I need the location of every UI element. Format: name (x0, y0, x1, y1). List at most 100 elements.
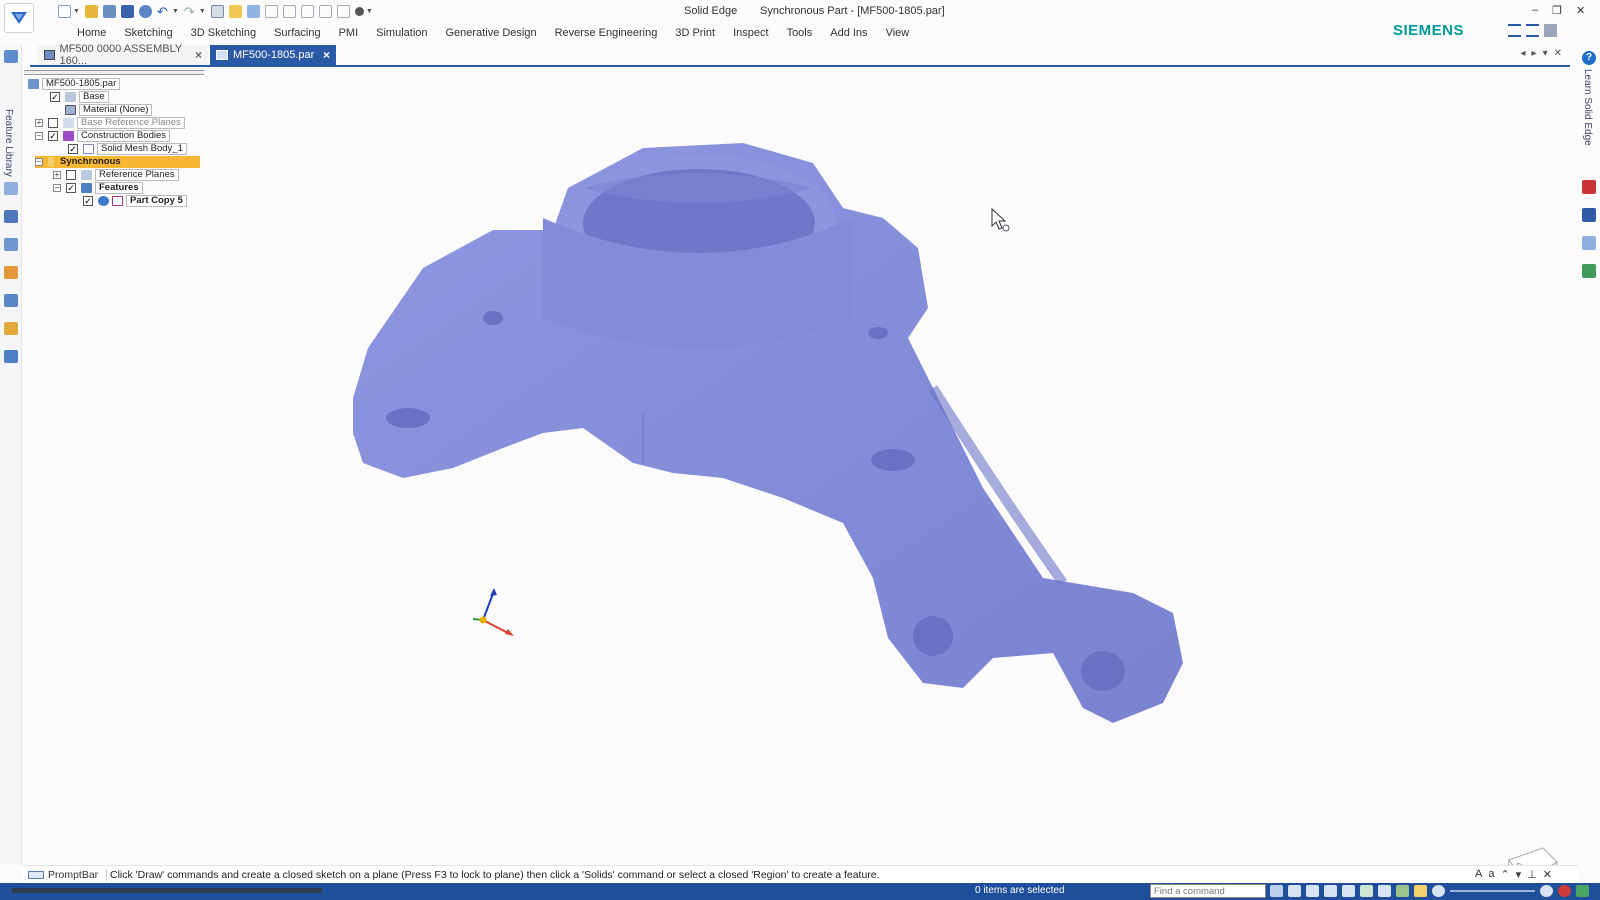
tab-generative-design[interactable]: Generative Design (437, 26, 546, 40)
tab-inspect[interactable]: Inspect (724, 26, 777, 40)
font-size-increase-icon[interactable]: A (1475, 868, 1482, 881)
view-orientation-icon[interactable] (1378, 885, 1391, 897)
tab-3d-print[interactable]: 3D Print (666, 26, 724, 40)
window-controls: – ❐ ✕ (1532, 4, 1585, 17)
view-controls (1270, 885, 1445, 897)
status-right-icons (1540, 885, 1589, 897)
tab-assembly[interactable]: MF500 0000 ASSEMBLY 160... × (38, 43, 208, 67)
close-icon[interactable]: ✕ (1543, 868, 1552, 881)
open-icon[interactable] (84, 4, 98, 18)
tab-part[interactable]: MF500-1805.par × (210, 45, 336, 65)
properties-icon[interactable] (210, 4, 224, 18)
status-progress-area (12, 888, 322, 893)
learn-solid-edge-tab[interactable]: Learn Solid Edge (1582, 69, 1593, 146)
help-icon[interactable]: ? (1582, 51, 1596, 65)
tab-pmi[interactable]: PMI (330, 26, 368, 40)
pan-icon[interactable] (1342, 885, 1355, 897)
color-icon[interactable] (4, 266, 18, 279)
facebook-icon[interactable] (1582, 208, 1596, 222)
tab-prev-icon[interactable]: ◂ (1521, 48, 1526, 59)
steering-knuckle-model[interactable] (23, 68, 1578, 865)
close-button[interactable]: ✕ (1576, 4, 1585, 17)
tab-surfacing[interactable]: Surfacing (265, 26, 329, 40)
selection-status: 0 items are selected (975, 885, 1065, 896)
tab-3d-sketching[interactable]: 3D Sketching (182, 26, 265, 40)
layers-icon[interactable] (4, 182, 18, 195)
library-icon[interactable] (228, 4, 242, 18)
select-icon[interactable] (264, 4, 278, 18)
tab-close-all-icon[interactable]: ✕ (1554, 48, 1562, 59)
tab-view[interactable]: View (877, 26, 919, 40)
zoom-slider[interactable] (1450, 890, 1535, 892)
zoom-icon[interactable] (1306, 885, 1319, 897)
application-button[interactable] (4, 3, 34, 33)
dropdown-icon[interactable]: ▾ (1516, 868, 1522, 881)
view-style-icon[interactable] (1414, 885, 1427, 897)
views-icon[interactable] (4, 238, 18, 251)
prompt-message: Click 'Draw' commands and create a close… (106, 869, 880, 881)
ribbon: ▼ ↶ ▼ ↷ ▼ ▼ Solid Edge Synchronous Part - … (0, 0, 1600, 44)
redo-icon[interactable]: ↷ (184, 5, 197, 18)
sketch-icon[interactable] (282, 4, 296, 18)
save-icon[interactable] (120, 4, 134, 18)
zoom-out-icon[interactable] (1432, 885, 1445, 897)
restore-button[interactable]: ❐ (1552, 4, 1562, 17)
minimize-button[interactable]: – (1532, 4, 1538, 17)
stop-icon[interactable] (1558, 885, 1571, 897)
help-menu-icon[interactable] (1544, 24, 1557, 37)
tab-home[interactable]: Home (68, 26, 115, 40)
quick-access-toolbar: ▼ ↶ ▼ ↷ ▼ ▼ (58, 3, 373, 19)
collapse-up-icon[interactable]: ⌃ (1500, 868, 1509, 881)
close-icon[interactable]: × (323, 48, 330, 62)
community-icon[interactable] (1582, 236, 1596, 250)
promptbar-icon (28, 871, 44, 879)
tab-tools[interactable]: Tools (778, 26, 822, 40)
shading-icon[interactable] (1396, 885, 1409, 897)
zoom-in-icon[interactable] (1540, 885, 1553, 897)
zoom-area-icon[interactable] (1324, 885, 1337, 897)
go-command-icon[interactable] (1270, 885, 1283, 897)
tab-list-icon[interactable]: ▾ (1543, 48, 1548, 59)
resources-icon[interactable] (1582, 264, 1596, 278)
tab-add-ins[interactable]: Add Ins (821, 26, 876, 40)
paint-icon[interactable] (246, 4, 260, 18)
graphics-window[interactable]: FRONT (23, 68, 1578, 898)
open-assembly-icon[interactable] (102, 4, 116, 18)
tab-simulation[interactable]: Simulation (367, 26, 436, 40)
fit-icon[interactable] (1288, 885, 1301, 897)
find-command-input[interactable] (1150, 884, 1266, 898)
status-bar: 0 items are selected (0, 883, 1600, 900)
undo-icon[interactable]: ↶ (157, 5, 170, 18)
layout-alt-icon[interactable] (1526, 24, 1539, 37)
tab-label: MF500 0000 ASSEMBLY 160... (59, 43, 183, 67)
left-toolbar: Feature Library (0, 45, 22, 865)
parts-library-icon[interactable] (4, 350, 18, 363)
print-icon[interactable] (138, 4, 152, 18)
layout-icon[interactable] (1508, 24, 1521, 37)
youtube-icon[interactable] (1582, 180, 1596, 194)
tab-next-icon[interactable]: ▸ (1532, 48, 1537, 59)
arc-icon[interactable] (336, 4, 350, 18)
record-icon[interactable] (354, 6, 364, 16)
block-icon[interactable] (318, 4, 332, 18)
tab-navigation: ◂ ▸ ▾ ✕ (1521, 48, 1562, 59)
new-icon[interactable] (58, 4, 71, 18)
promptbar-tools: A a ⌃ ▾ ⊥ ✕ (1475, 868, 1552, 881)
pin-icon[interactable]: ⊥ (1527, 868, 1537, 881)
tab-reverse-engineering[interactable]: Reverse Engineering (546, 26, 667, 40)
feature-library-tab[interactable]: Feature Library (3, 109, 14, 177)
family-icon[interactable] (4, 294, 18, 307)
close-icon[interactable]: × (195, 48, 202, 62)
font-size-decrease-icon[interactable]: a (1488, 868, 1494, 881)
sensors-icon[interactable] (4, 210, 18, 223)
sync-icon[interactable] (1576, 885, 1589, 897)
tab-sketching[interactable]: Sketching (115, 26, 181, 40)
prompt-bar: PromptBar Click 'Draw' commands and crea… (22, 865, 1578, 883)
promptbar-label[interactable]: PromptBar (28, 869, 98, 881)
relations-icon[interactable] (4, 322, 18, 335)
rotate-icon[interactable] (1360, 885, 1373, 897)
pathfinder-icon[interactable] (4, 50, 18, 63)
line-icon[interactable] (300, 4, 314, 18)
customize-qat-icon[interactable]: ▼ (366, 8, 373, 15)
document-title: Synchronous Part - [MF500-1805.par] (760, 5, 945, 17)
